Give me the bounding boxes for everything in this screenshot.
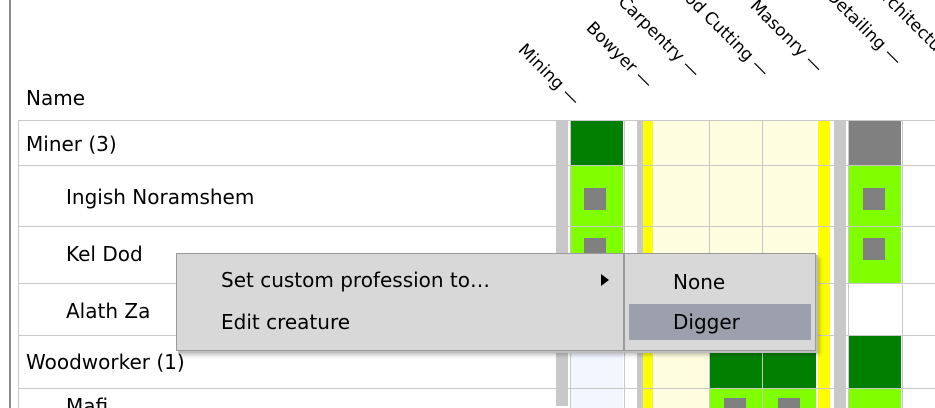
labor-cell-architecture[interactable] [849,121,901,165]
column-header-mining[interactable]: Mining — [514,40,584,110]
labor-cell-mining[interactable] [571,121,623,165]
grid-line [902,120,903,408]
creature-row-label[interactable]: Alath Za [66,297,150,325]
group-row-label[interactable]: Miner (3) [26,130,117,158]
creature-row-label[interactable]: Kel Dod [66,240,143,268]
left-border [9,0,11,408]
grid-line [18,388,935,389]
labor-enabled-marker [584,188,606,210]
labor-enabled-marker [778,398,800,408]
labor-cell [556,121,568,165]
creature-row-label[interactable]: Ingish Noramshem [66,183,254,211]
labor-cell-architecture[interactable] [849,336,901,388]
grid-line [18,120,935,121]
labor-enabled-marker [724,398,746,408]
creature-row-label[interactable]: Mafi [66,392,108,408]
menu-item-edit-creature[interactable]: Edit creature [221,304,350,340]
menu-item-set-custom-profession[interactable]: Set custom profession to… [221,262,490,298]
grid-line [18,165,935,166]
group-row-label[interactable]: Woodworker (1) [26,348,185,376]
grid-line [848,120,849,408]
submenu-arrow-icon [601,274,609,286]
profession-submenu: None Digger [624,253,816,351]
submenu-item-digger[interactable]: Digger [629,304,811,340]
grid-line [18,120,19,408]
grid-line [18,226,935,227]
submenu-item-none[interactable]: None [629,264,811,300]
labor-enabled-marker [863,238,885,260]
labor-grid-window: Mining — Bowyer — Carpentry — Wood Cutti… [0,0,935,408]
name-column-header[interactable]: Name [26,86,85,110]
labor-enabled-marker [863,188,885,210]
labor-cell-architecture[interactable] [849,389,901,408]
context-menu: Set custom profession to… Edit creature [176,253,624,351]
labor-cell-architecture[interactable] [849,284,901,334]
